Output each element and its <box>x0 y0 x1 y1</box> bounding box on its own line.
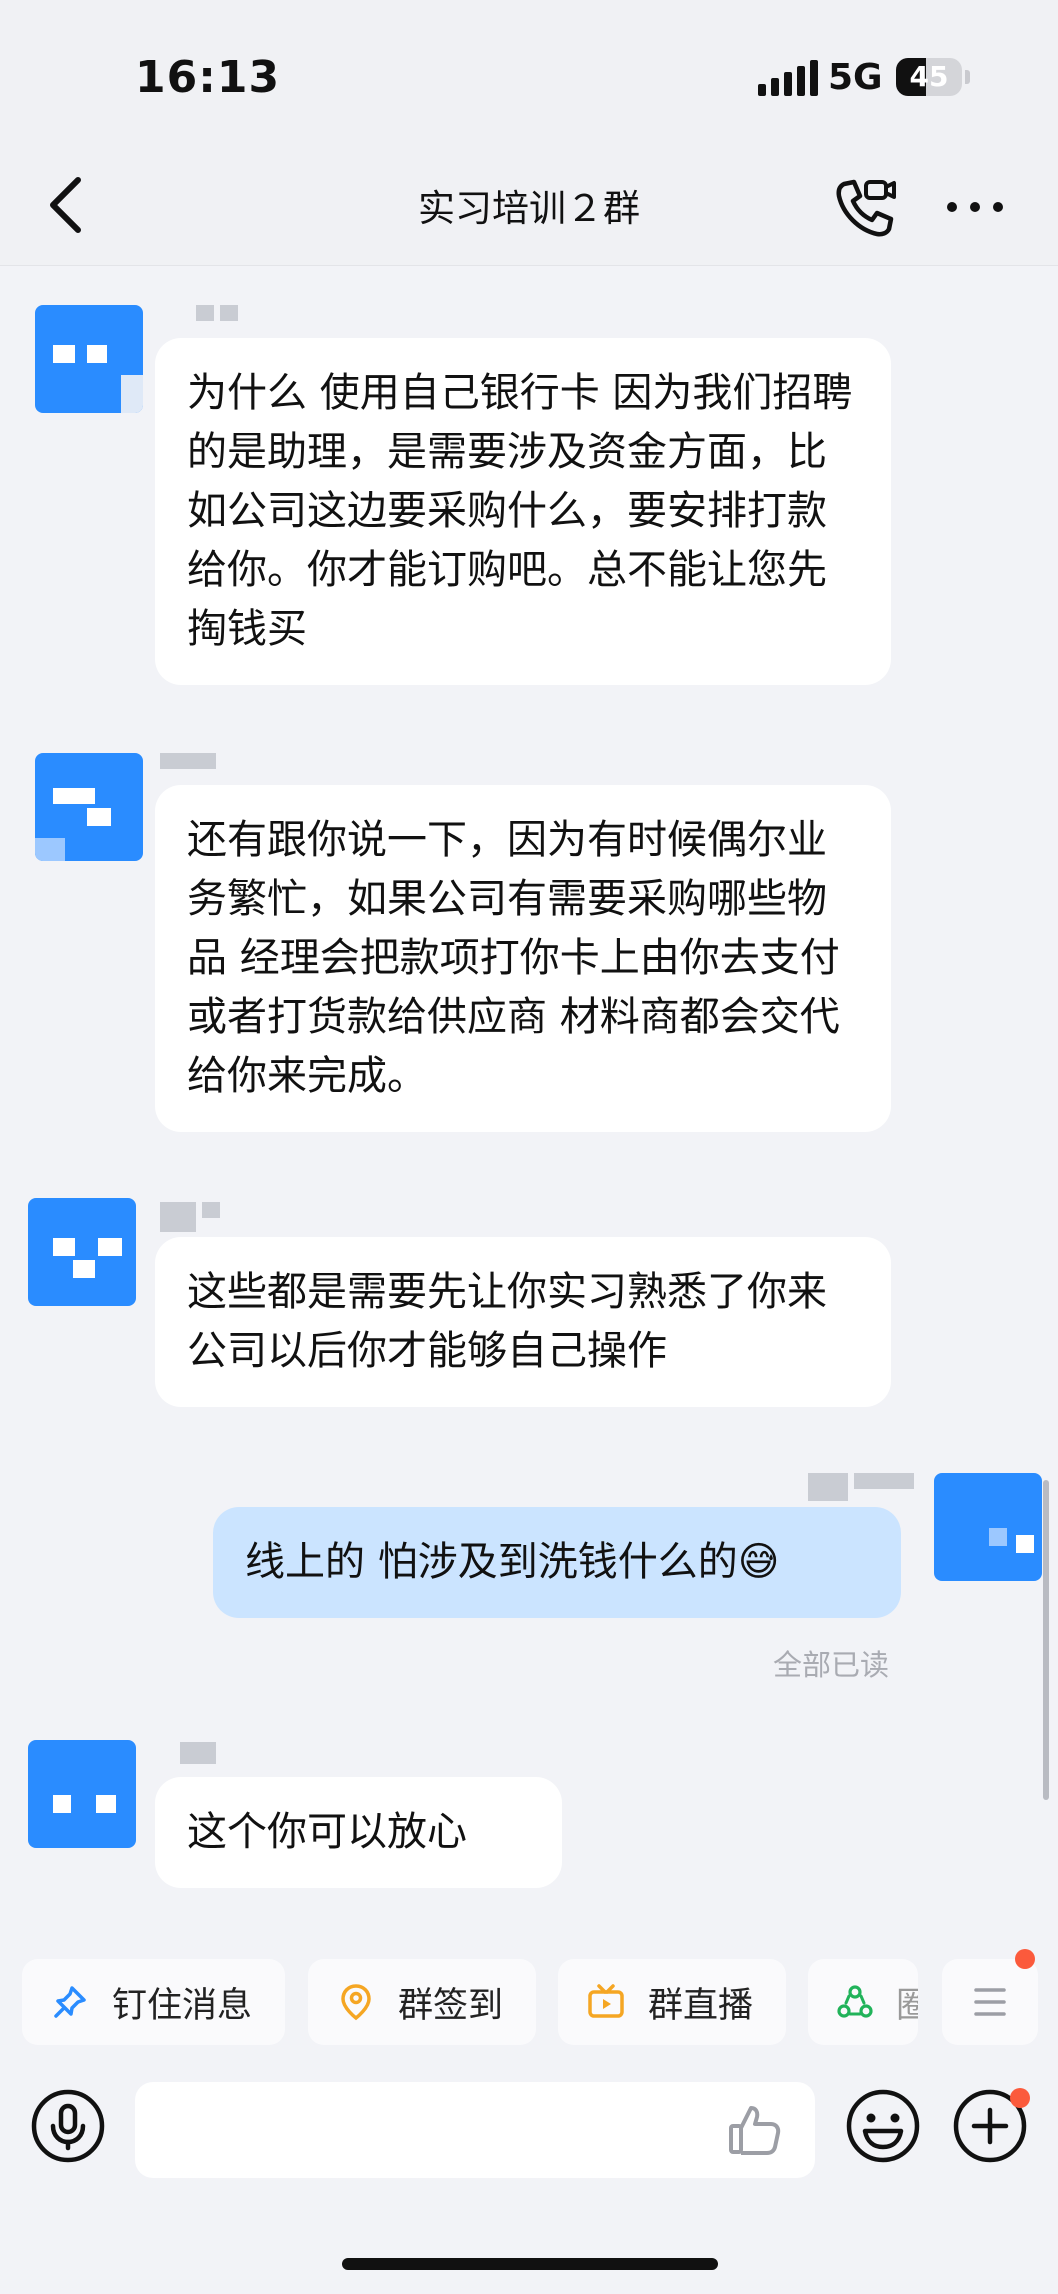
group-live-button[interactable]: 群直播 <box>558 1959 786 2045</box>
like-button[interactable] <box>725 2100 785 2160</box>
group-live-label: 群直播 <box>648 1985 754 2026</box>
home-indicator <box>342 2258 718 2270</box>
scrollbar[interactable] <box>1043 1480 1049 1800</box>
video-call-icon <box>836 179 896 237</box>
battery-icon: 45 <box>896 58 962 96</box>
avatar[interactable] <box>28 1740 136 1848</box>
battery-level: 45 <box>909 60 949 93</box>
sender-name <box>808 1473 914 1501</box>
pin-message-label: 钉住消息 <box>112 1985 253 2026</box>
menu-icon <box>974 1988 1006 2016</box>
group-circle-label: 圈 <box>896 1985 918 2026</box>
microphone-icon <box>31 2089 105 2163</box>
group-toolbar: 钉住消息 群签到 群直播 圈 <box>0 1949 1058 2055</box>
sender-name <box>196 305 238 321</box>
status-time: 16:13 <box>135 52 281 103</box>
avatar[interactable] <box>35 305 143 413</box>
message-input[interactable] <box>135 2082 815 2178</box>
emoji-icon <box>846 2089 920 2163</box>
group-checkin-button[interactable]: 群签到 <box>308 1959 536 2045</box>
signal-icon <box>758 60 818 96</box>
group-checkin-label: 群签到 <box>398 1985 504 2026</box>
notice-dot <box>1015 1949 1035 1969</box>
sender-name <box>160 1202 220 1232</box>
emoji-button[interactable] <box>843 2086 923 2166</box>
read-receipt: 全部已读 <box>773 1648 890 1682</box>
video-call-button[interactable] <box>830 172 900 242</box>
tv-icon <box>586 1982 626 2022</box>
location-icon <box>336 1982 376 2022</box>
more-button[interactable] <box>940 172 1010 242</box>
message-bubble[interactable]: 这些都是需要先让你实习熟悉了你来公司以后你才能够自己操作 <box>155 1237 891 1407</box>
input-bar <box>0 2060 1058 2200</box>
network-type: 5G <box>828 57 883 98</box>
group-circle-button[interactable]: 圈 <box>808 1959 918 2045</box>
status-bar: 16:13 5G 45 <box>0 0 1058 150</box>
thumbs-up-icon <box>729 2106 781 2155</box>
chat-header: 实习培训２群 <box>0 150 1058 266</box>
recycle-icon <box>836 1982 874 2022</box>
voice-button[interactable] <box>28 2086 108 2166</box>
avatar[interactable] <box>28 1198 136 1306</box>
message-bubble[interactable]: 这个你可以放心 <box>155 1777 562 1888</box>
sender-name <box>180 1742 216 1764</box>
message-bubble[interactable]: 还有跟你说一下，因为有时候偶尔业务繁忙，如果公司有需要采购哪些物品 经理会把款项… <box>155 785 891 1132</box>
pin-icon <box>50 1982 90 2022</box>
avatar[interactable] <box>934 1473 1042 1581</box>
more-icon <box>947 202 1003 212</box>
pin-message-button[interactable]: 钉住消息 <box>22 1959 285 2045</box>
notice-dot <box>1010 2088 1030 2108</box>
message-bubble-self[interactable]: 线上的 怕涉及到洗钱什么的😅 <box>213 1507 901 1618</box>
sender-name <box>160 753 216 769</box>
toolbar-menu-button[interactable] <box>942 1959 1038 2045</box>
message-bubble[interactable]: 为什么 使用自己银行卡 因为我们招聘的是助理，是需要涉及资金方面，比如公司这边要… <box>155 338 891 685</box>
avatar[interactable] <box>35 753 143 861</box>
battery-tip <box>965 70 970 84</box>
